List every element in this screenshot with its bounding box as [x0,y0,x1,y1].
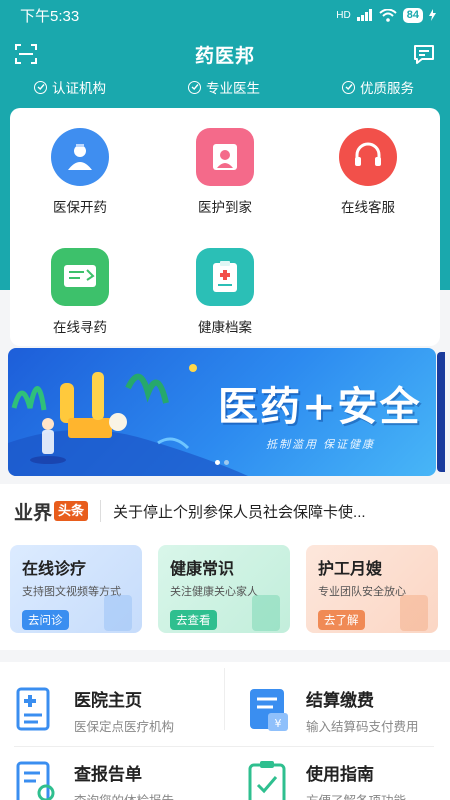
grid-item-user-guide[interactable]: 使用指南 方便了解各项功能 [232,748,450,800]
trust-badges: 认证机构 专业医生 优质服务 [0,76,450,98]
menu-item-customer-service[interactable]: 在线客服 [308,128,428,216]
status-time: 下午5:33 [20,7,80,25]
news-logo: 业界 头条 [14,498,89,525]
scan-icon[interactable] [14,42,38,66]
check-icon [342,80,355,94]
service-title: 在线诊疗 [22,561,87,578]
service-card-health-knowledge[interactable]: 健康常识 关注健康关心家人 去查看 [158,545,290,633]
signal-icon [356,9,372,21]
pagination-dot-active [215,460,220,465]
message-icon[interactable] [412,42,436,66]
banner-pagination [215,460,229,465]
document-icon [252,595,280,631]
banner-title: 医药+安全 [218,383,422,430]
grid-desc: 方便了解各项功能 [306,790,406,800]
news-ticker[interactable]: 业界 头条 关于停止个别参保人员社会保障卡使... [0,484,450,538]
baby-bottle-icon [400,595,428,631]
menu-item-insurance-prescription[interactable]: 医保开药 [20,128,140,216]
divider [100,500,102,522]
charging-icon [429,9,436,21]
report-search-icon [16,761,55,800]
guide-clipboard-icon [248,761,286,800]
service-card-caregiver[interactable]: 护工月嫂 专业团队安全放心 去了解 [306,545,438,633]
hd-signal-label: HD [336,9,351,21]
grid-title: 查报告单 [74,764,142,784]
consult-button[interactable]: 去问诊 [22,610,69,630]
hospital-document-icon [16,687,50,731]
menu-item-health-records[interactable]: 健康档案 [165,248,285,336]
quick-menu-card: 医保开药 医护到家 在线客服 在线寻药 健康档案 [10,108,440,346]
bottle-icon [104,595,132,631]
menu-item-find-medicine[interactable]: 在线寻药 [20,248,140,336]
svg-text:¥: ¥ [275,717,282,730]
trust-service: 优质服务 [342,76,414,98]
grid-title: 医院主页 [74,690,142,710]
news-logo-badge: 头条 [54,501,89,521]
trust-label: 专业医生 [206,81,260,96]
news-headline[interactable]: 关于停止个别参保人员社会保障卡使... [113,501,403,522]
nav-bar: 药医邦 [0,34,450,74]
headset-icon [339,128,397,186]
learn-more-button[interactable]: 去了解 [318,610,365,630]
menu-label: 健康档案 [198,320,252,335]
payment-receipt-icon: ¥ [250,689,288,731]
grid-desc: 查询您的体检报告 [74,790,174,800]
pagination-dot [224,460,229,465]
menu-item-home-nursing[interactable]: 医护到家 [165,128,285,216]
grid-item-hospital-home[interactable]: 医院主页 医保定点医疗机构 [0,674,225,746]
menu-label: 医护到家 [198,200,252,215]
service-card-online-consult[interactable]: 在线诊疗 支持图文视频等方式 去问诊 [10,545,142,633]
menu-label: 在线客服 [341,200,395,215]
promo-banner[interactable]: 医药+安全 抵制滥用 保证健康 [8,348,436,476]
grid-desc: 医保定点医疗机构 [74,719,175,734]
wifi-icon [379,8,397,22]
check-icon [34,80,47,94]
trust-label: 认证机构 [52,81,106,96]
service-title: 健康常识 [170,561,235,578]
status-icons: HD 84 [336,7,436,23]
next-banner-preview [437,352,445,472]
trust-label: 优质服务 [360,81,414,96]
grid-title: 结算缴费 [306,690,374,710]
nurse-icon [196,128,254,186]
function-grid: 医院主页 医保定点医疗机构 ¥ 结算缴费 输入结算码支付费用 查报告单 查询您的… [0,662,450,800]
news-logo-text: 业界 [14,502,53,524]
menu-label: 医保开药 [53,200,107,215]
grid-item-check-report[interactable]: 查报告单 查询您的体检报告 [0,748,225,800]
medicine-board-icon [51,248,109,306]
trust-doctors: 专业医生 [188,76,260,98]
status-bar: 下午5:33 HD 84 [0,0,450,30]
divider [14,746,434,747]
doctor-icon [51,128,109,186]
check-icon [188,80,201,94]
app-title: 药医邦 [194,45,255,67]
grid-desc: 输入结算码支付费用 [306,719,419,734]
service-cards: 在线诊疗 支持图文视频等方式 去问诊 健康常识 关注健康关心家人 去查看 护工月… [0,538,450,650]
grid-title: 使用指南 [306,764,374,784]
battery-indicator: 84 [402,7,423,23]
health-record-icon [196,248,254,306]
grid-item-settlement-payment[interactable]: ¥ 结算缴费 输入结算码支付费用 [232,674,450,746]
service-title: 护工月嫂 [318,561,383,578]
banner-subtitle: 抵制滥用 保证健康 [266,439,376,451]
view-button[interactable]: 去查看 [170,610,217,630]
trust-certified: 认证机构 [34,76,106,98]
divider [224,668,225,730]
menu-label: 在线寻药 [53,320,107,335]
